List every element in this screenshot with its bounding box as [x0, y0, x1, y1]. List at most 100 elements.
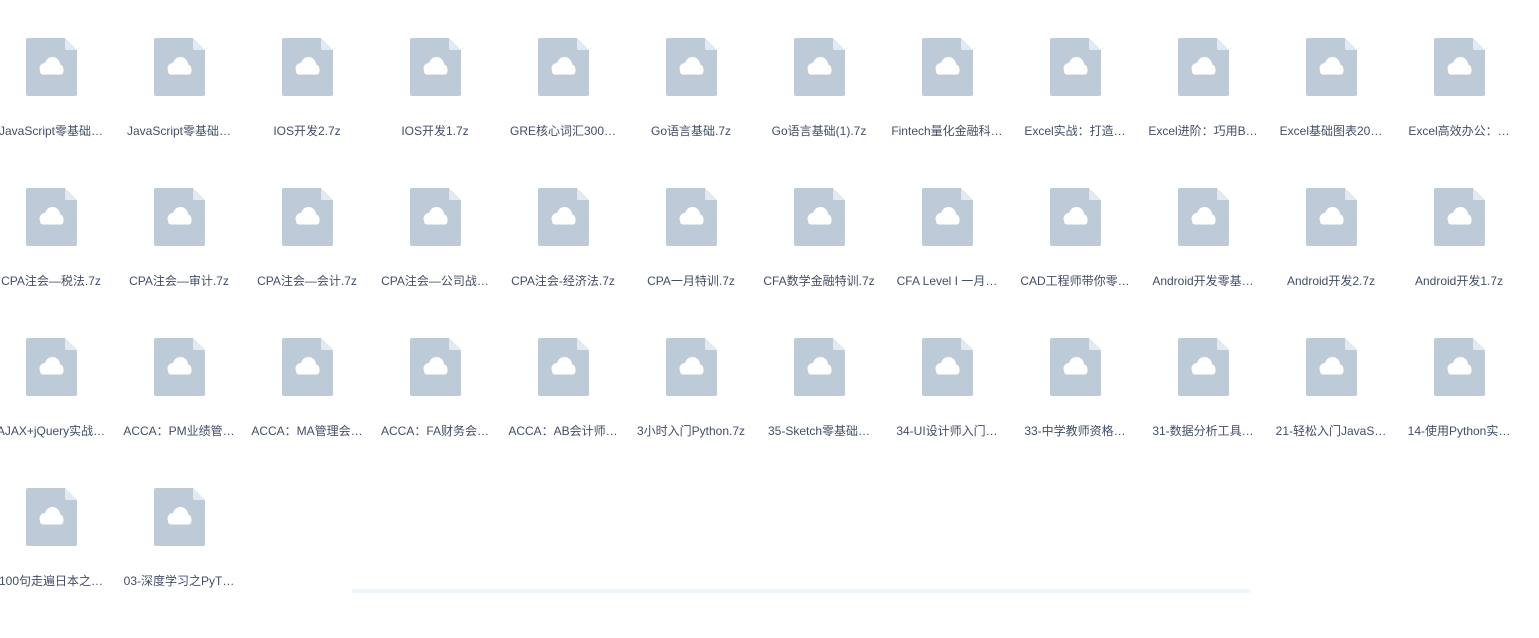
file-name: JavaScript零基础…: [0, 124, 104, 138]
file-item[interactable]: CPA注会—税法.7z: [0, 188, 115, 338]
cloud-file-icon: [538, 188, 589, 246]
file-item[interactable]: CFA数学金融特训.7z: [755, 188, 883, 338]
cloud-file-icon: [154, 488, 205, 546]
cloud-file-icon: [666, 188, 717, 246]
cloud-file-icon: [410, 38, 461, 96]
file-item[interactable]: CPA注会-经济法.7z: [499, 188, 627, 338]
file-name: 14-使用Python实…: [1407, 424, 1511, 438]
cloud-file-icon: [666, 38, 717, 96]
file-item[interactable]: CAD工程师带你零…: [1011, 188, 1139, 338]
cloud-file-icon: [1050, 338, 1101, 396]
file-item[interactable]: CFA Level I 一月…: [883, 188, 1011, 338]
file-item[interactable]: 35-Sketch零基础…: [755, 338, 883, 488]
cloud-file-icon: [538, 38, 589, 96]
file-name: Excel高效办公：…: [1408, 124, 1510, 138]
file-name: Fintech量化金融科…: [891, 124, 1003, 138]
cloud-file-icon: [26, 338, 77, 396]
file-name: 35-Sketch零基础…: [767, 424, 871, 438]
file-item[interactable]: 21-轻松入门JavaS…: [1267, 338, 1395, 488]
file-item[interactable]: CPA注会—审计.7z: [115, 188, 243, 338]
file-item[interactable]: Excel进阶：巧用B…: [1139, 38, 1267, 188]
cloud-file-icon: [666, 338, 717, 396]
cloud-file-icon: [410, 338, 461, 396]
file-name: JavaScript零基础…: [126, 124, 232, 138]
file-name: Android开发零基…: [1152, 274, 1254, 288]
cloud-file-icon: [154, 188, 205, 246]
cloud-file-icon: [794, 188, 845, 246]
file-item[interactable]: ACCA：MA管理会…: [243, 338, 371, 488]
file-name: 33-中学教师资格…: [1024, 424, 1126, 438]
cloud-file-icon: [1434, 188, 1485, 246]
file-item[interactable]: CPA注会—公司战…: [371, 188, 499, 338]
file-item[interactable]: CPA一月特训.7z: [627, 188, 755, 338]
cloud-file-icon: [1306, 38, 1357, 96]
file-item[interactable]: 33-中学教师资格…: [1011, 338, 1139, 488]
file-item[interactable]: JavaScript零基础…: [0, 38, 115, 188]
file-item[interactable]: ACCA：AB会计师…: [499, 338, 627, 488]
cloud-file-icon: [1178, 338, 1229, 396]
file-name: Go语言基础(1).7z: [771, 124, 867, 138]
cloud-file-icon: [1178, 38, 1229, 96]
cloud-file-icon: [26, 488, 77, 546]
bottom-panel-edge: [352, 589, 1250, 593]
file-item[interactable]: JavaScript零基础…: [115, 38, 243, 188]
file-name: CPA注会—公司战…: [381, 274, 489, 288]
cloud-file-icon: [410, 188, 461, 246]
file-item[interactable]: Excel基础图表20…: [1267, 38, 1395, 188]
file-item[interactable]: Excel实战：打造…: [1011, 38, 1139, 188]
file-name: ACCA：AB会计师…: [508, 424, 618, 438]
file-name: 100句走遍日本之…: [0, 574, 104, 588]
file-name: CFA数学金融特训.7z: [763, 274, 875, 288]
file-name: GRE核心词汇300…: [509, 124, 617, 138]
cloud-file-icon: [794, 38, 845, 96]
file-item[interactable]: Android开发1.7z: [1395, 188, 1523, 338]
file-item[interactable]: Android开发零基…: [1139, 188, 1267, 338]
file-item[interactable]: IOS开发1.7z: [371, 38, 499, 188]
file-name: Excel实战：打造…: [1024, 124, 1126, 138]
file-item[interactable]: 14-使用Python实…: [1395, 338, 1523, 488]
cloud-file-icon: [922, 188, 973, 246]
cloud-file-icon: [26, 188, 77, 246]
file-name: CPA注会—会计.7z: [257, 274, 357, 288]
file-name: Excel进阶：巧用B…: [1148, 124, 1258, 138]
file-name: Excel基础图表20…: [1279, 124, 1383, 138]
file-item[interactable]: Go语言基础(1).7z: [755, 38, 883, 188]
file-name: ACCA：PM业绩管…: [123, 424, 235, 438]
file-name: 34-UI设计师入门…: [896, 424, 998, 438]
file-item[interactable]: Go语言基础.7z: [627, 38, 755, 188]
cloud-file-icon: [282, 188, 333, 246]
cloud-file-icon: [1434, 338, 1485, 396]
file-item[interactable]: IOS开发2.7z: [243, 38, 371, 188]
cloud-file-icon: [154, 338, 205, 396]
cloud-file-icon: [538, 338, 589, 396]
file-item[interactable]: Excel高效办公：…: [1395, 38, 1523, 188]
file-item[interactable]: ACCA：PM业绩管…: [115, 338, 243, 488]
file-name: 3小时入门Python.7z: [636, 424, 746, 438]
file-name: 31-数据分析工具…: [1152, 424, 1254, 438]
cloud-file-icon: [1434, 38, 1485, 96]
file-item[interactable]: CPA注会—会计.7z: [243, 188, 371, 338]
file-name: CPA注会-经济法.7z: [511, 274, 615, 288]
file-item[interactable]: 03-深度学习之PyT…: [115, 488, 243, 638]
file-name: ACCA：FA财务会…: [380, 424, 489, 438]
file-item[interactable]: Fintech量化金融科…: [883, 38, 1011, 188]
file-item[interactable]: 31-数据分析工具…: [1139, 338, 1267, 488]
file-name: 03-深度学习之PyT…: [123, 574, 235, 588]
file-name: IOS开发1.7z: [401, 124, 469, 138]
file-item[interactable]: AJAX+jQuery实战…: [0, 338, 115, 488]
file-item[interactable]: GRE核心词汇300…: [499, 38, 627, 188]
cloud-file-icon: [794, 338, 845, 396]
file-item[interactable]: ACCA：FA财务会…: [371, 338, 499, 488]
cloud-file-icon: [282, 338, 333, 396]
file-name: ACCA：MA管理会…: [251, 424, 363, 438]
file-name: IOS开发2.7z: [273, 124, 341, 138]
file-name: CPA注会—税法.7z: [1, 274, 101, 288]
file-item[interactable]: 100句走遍日本之…: [0, 488, 115, 638]
file-item[interactable]: 3小时入门Python.7z: [627, 338, 755, 488]
cloud-file-icon: [282, 38, 333, 96]
cloud-file-icon: [922, 338, 973, 396]
file-item[interactable]: 34-UI设计师入门…: [883, 338, 1011, 488]
file-item[interactable]: Android开发2.7z: [1267, 188, 1395, 338]
file-grid: JavaScript零基础… JavaScript零基础… IOS开发2.7z IOS…: [0, 38, 1539, 638]
file-name: AJAX+jQuery实战…: [0, 424, 106, 438]
